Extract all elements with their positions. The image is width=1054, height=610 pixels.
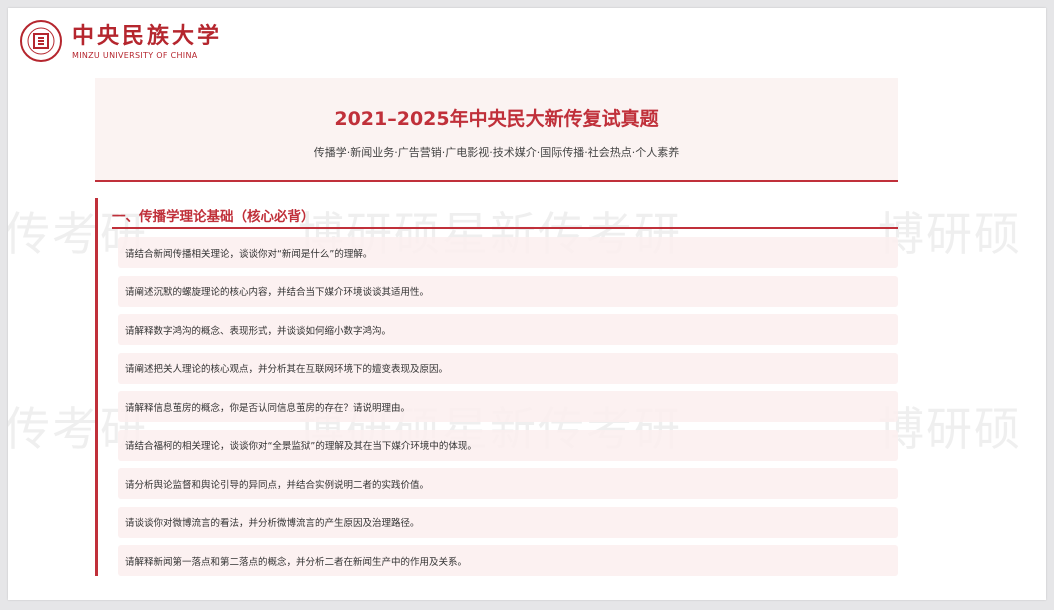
page-title: 2021–2025年中央民大新传复试真题	[334, 108, 659, 130]
slide: 传考研 博研硕星新传考研 博研硕 传考研 博研硕星新传考研 博研硕 中央民族大学…	[8, 8, 1046, 600]
university-name-cn: 中央民族大学	[72, 22, 223, 49]
question-list: 请结合新闻传播相关理论，谈谈你对“新闻是什么”的理解。 请阐述沉默的螺旋理论的核…	[118, 237, 898, 584]
question-item: 请谈谈你对微博流言的看法，并分析微博流言的产生原因及治理路径。	[118, 506, 898, 538]
question-item: 请解释信息茧房的概念，你是否认同信息茧房的存在？请说明理由。	[118, 391, 898, 422]
section-heading: 一、传播学理论基础（核心必背）	[112, 209, 315, 225]
university-seal-icon	[20, 20, 62, 62]
header-divider	[95, 180, 898, 182]
question-item: 请解释新闻第一落点和第二落点的概念，并分析二者在新闻生产中的作用及关系。	[118, 545, 898, 576]
question-item: 请结合福柯的相关理论，谈谈你对“全景监狱”的理解及其在当下媒介环境中的体现。	[118, 429, 898, 461]
section-divider	[112, 227, 898, 229]
title-banner: 2021–2025年中央民大新传复试真题 传播学·新闻业务·广告营销·广电影视·…	[95, 78, 898, 180]
question-item: 请阐述沉默的螺旋理论的核心内容，并结合当下媒介环境谈谈其适用性。	[118, 275, 898, 307]
question-item: 请阐述把关人理论的核心观点，并分析其在互联网环境下的嬗变表现及原因。	[118, 352, 898, 384]
university-name-en: MINZU UNIVERSITY OF CHINA	[72, 50, 198, 60]
university-logo: 中央民族大学 MINZU UNIVERSITY OF CHINA	[20, 20, 222, 62]
watermark: 博研硕	[878, 402, 1022, 456]
question-item: 请分析舆论监督和舆论引导的异同点，并结合实例说明二者的实践价值。	[118, 468, 898, 499]
section-accent-bar	[95, 198, 98, 576]
page-subtitle: 传播学·新闻业务·广告营销·广电影视·技术媒介·国际传播·社会热点·个人素养	[313, 146, 680, 159]
question-item: 请结合新闻传播相关理论，谈谈你对“新闻是什么”的理解。	[118, 237, 898, 268]
watermark: 博研硕	[878, 207, 1022, 261]
question-item: 请解释数字鸿沟的概念、表现形式，并谈谈如何缩小数字鸿沟。	[118, 314, 898, 345]
